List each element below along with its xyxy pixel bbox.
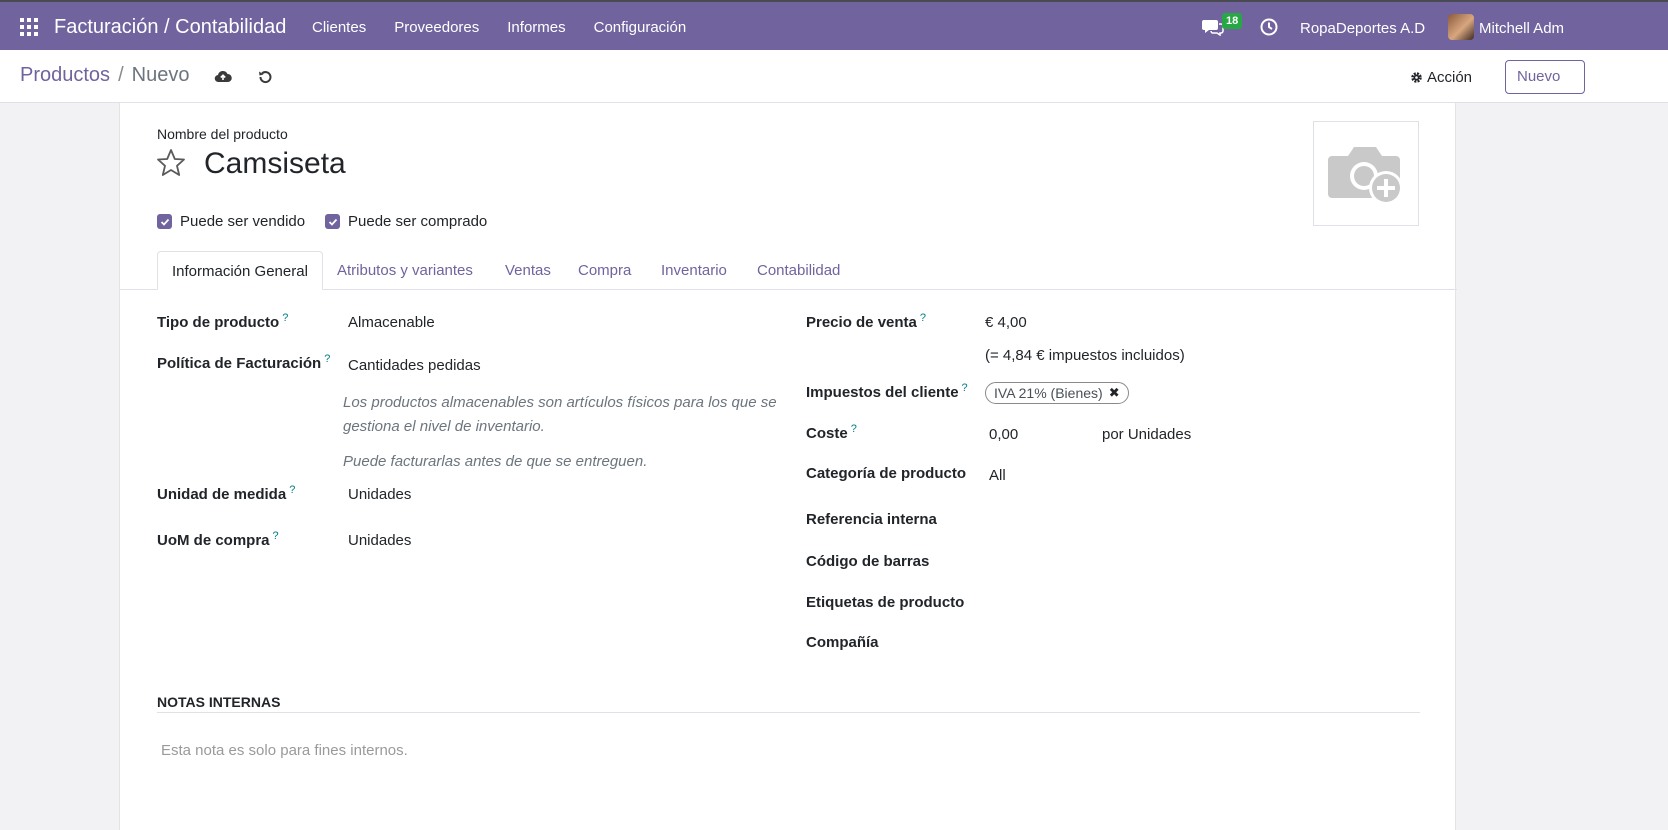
checkbox-checked-icon [325, 214, 340, 229]
activity-clock-icon[interactable] [1260, 18, 1278, 36]
invoice-policy-select[interactable]: Cantidades pedidas [348, 357, 481, 374]
tax-included-text: (= 4,84 € impuestos incluidos) [985, 347, 1185, 364]
invoice-policy-label: Política de Facturación? [157, 353, 331, 372]
barcode-label: Código de barras [806, 553, 930, 570]
user-avatar[interactable] [1448, 14, 1474, 40]
menu-item-proveedores[interactable]: Proveedores [394, 19, 479, 36]
product-name-input[interactable]: Camsiseta [204, 147, 346, 181]
chat-icon[interactable] [1202, 18, 1224, 36]
internal-notes-title: NOTAS INTERNAS [157, 694, 281, 710]
product-image-upload[interactable] [1313, 121, 1419, 226]
can-be-sold-label: Puede ser vendido [180, 213, 306, 230]
control-panel: Productos / Nuevo Acción Nuevo [0, 50, 1668, 103]
product-category-field[interactable]: All [989, 467, 1006, 484]
product-type-select[interactable]: Almacenable [348, 314, 435, 331]
uom-purchase-label: UoM de compra? [157, 530, 279, 549]
remove-tag-icon[interactable]: ✖ [1109, 385, 1120, 401]
gear-icon [1411, 72, 1422, 83]
sale-price-field[interactable]: € 4,00 [985, 314, 1027, 331]
breadcrumb: Productos / Nuevo [20, 64, 189, 87]
product-type-label: Tipo de producto? [157, 312, 289, 331]
customer-taxes-label: Impuestos del cliente? [806, 382, 968, 401]
tab-informacion-general[interactable]: Información General [157, 251, 323, 290]
action-button[interactable]: Acción [1410, 69, 1472, 86]
customer-tax-tag-label: IVA 21% (Bienes) [994, 385, 1103, 401]
camera-add-icon [1328, 146, 1403, 205]
cost-field[interactable]: 0,00 [989, 426, 1018, 443]
uom-field[interactable]: Unidades [348, 486, 411, 503]
help-tooltip-icon[interactable]: ? [282, 312, 288, 324]
company-switcher[interactable]: RopaDeportes A.D [1300, 20, 1425, 37]
tab-inventario[interactable]: Inventario [647, 251, 741, 290]
chat-badge: 18 [1222, 13, 1243, 29]
tab-atributos-variantes[interactable]: Atributos y variantes [323, 251, 487, 290]
tab-ventas[interactable]: Ventas [491, 251, 565, 290]
help-tooltip-icon[interactable]: ? [920, 312, 926, 324]
can-be-purchased-label: Puede ser comprado [348, 213, 488, 230]
main-navbar: Facturación / Contabilidad Clientes Prov… [0, 0, 1668, 50]
new-button[interactable]: Nuevo [1505, 60, 1585, 94]
help-tooltip-icon[interactable]: ? [851, 423, 857, 435]
breadcrumb-current: Nuevo [131, 64, 190, 86]
uom-label: Unidad de medida? [157, 484, 296, 503]
breadcrumb-separator: / [118, 64, 124, 86]
invoice-policy-help: Puede facturarlas antes de que se entreg… [343, 453, 648, 470]
cloud-upload-icon[interactable] [214, 69, 232, 85]
action-label: Acción [1427, 69, 1473, 86]
customer-tax-tag[interactable]: IVA 21% (Bienes) ✖ [985, 382, 1129, 404]
apps-grid-icon[interactable] [20, 18, 38, 36]
product-type-help: Los productos almacenables son artículos… [343, 394, 777, 435]
tab-contabilidad[interactable]: Contabilidad [743, 251, 854, 290]
form-sheet: Nombre del producto Camsiseta Puede ser … [119, 103, 1457, 830]
app-title[interactable]: Facturación / Contabilidad [54, 16, 286, 39]
company-label: Compañía [806, 634, 879, 651]
help-tooltip-icon[interactable]: ? [289, 484, 295, 496]
uom-purchase-field[interactable]: Unidades [348, 532, 411, 549]
main-menu: Clientes Proveedores Informes Configurac… [312, 19, 686, 36]
user-menu[interactable]: Mitchell Adm [1479, 20, 1564, 37]
product-tags-label: Etiquetas de producto [806, 594, 965, 611]
menu-item-informes[interactable]: Informes [507, 19, 565, 36]
help-tooltip-icon[interactable]: ? [962, 382, 968, 394]
cost-unit-text: por Unidades [1102, 426, 1192, 443]
sale-price-label: Precio de venta? [806, 312, 927, 331]
tab-compra[interactable]: Compra [564, 251, 645, 290]
cost-label: Coste? [806, 423, 857, 442]
menu-item-clientes[interactable]: Clientes [312, 19, 366, 36]
product-category-label: Categoría de producto [806, 465, 967, 482]
help-tooltip-icon[interactable]: ? [324, 353, 330, 365]
can-be-sold-checkbox[interactable]: Puede ser vendido [157, 213, 305, 230]
internal-reference-label: Referencia interna [806, 511, 937, 528]
can-be-purchased-checkbox[interactable]: Puede ser comprado [325, 213, 487, 230]
menu-item-configuracion[interactable]: Configuración [594, 19, 687, 36]
help-tooltip-icon[interactable]: ? [273, 530, 279, 542]
product-name-label: Nombre del producto [157, 126, 288, 142]
undo-icon[interactable] [257, 69, 273, 85]
notes-divider [157, 712, 1420, 713]
star-icon[interactable] [156, 148, 186, 178]
checkbox-checked-icon [157, 214, 172, 229]
internal-notes-input[interactable]: Esta nota es solo para fines internos. [161, 742, 408, 759]
notebook-tabs: Información General Atributos y variante… [120, 251, 1457, 290]
breadcrumb-parent[interactable]: Productos [20, 64, 110, 87]
